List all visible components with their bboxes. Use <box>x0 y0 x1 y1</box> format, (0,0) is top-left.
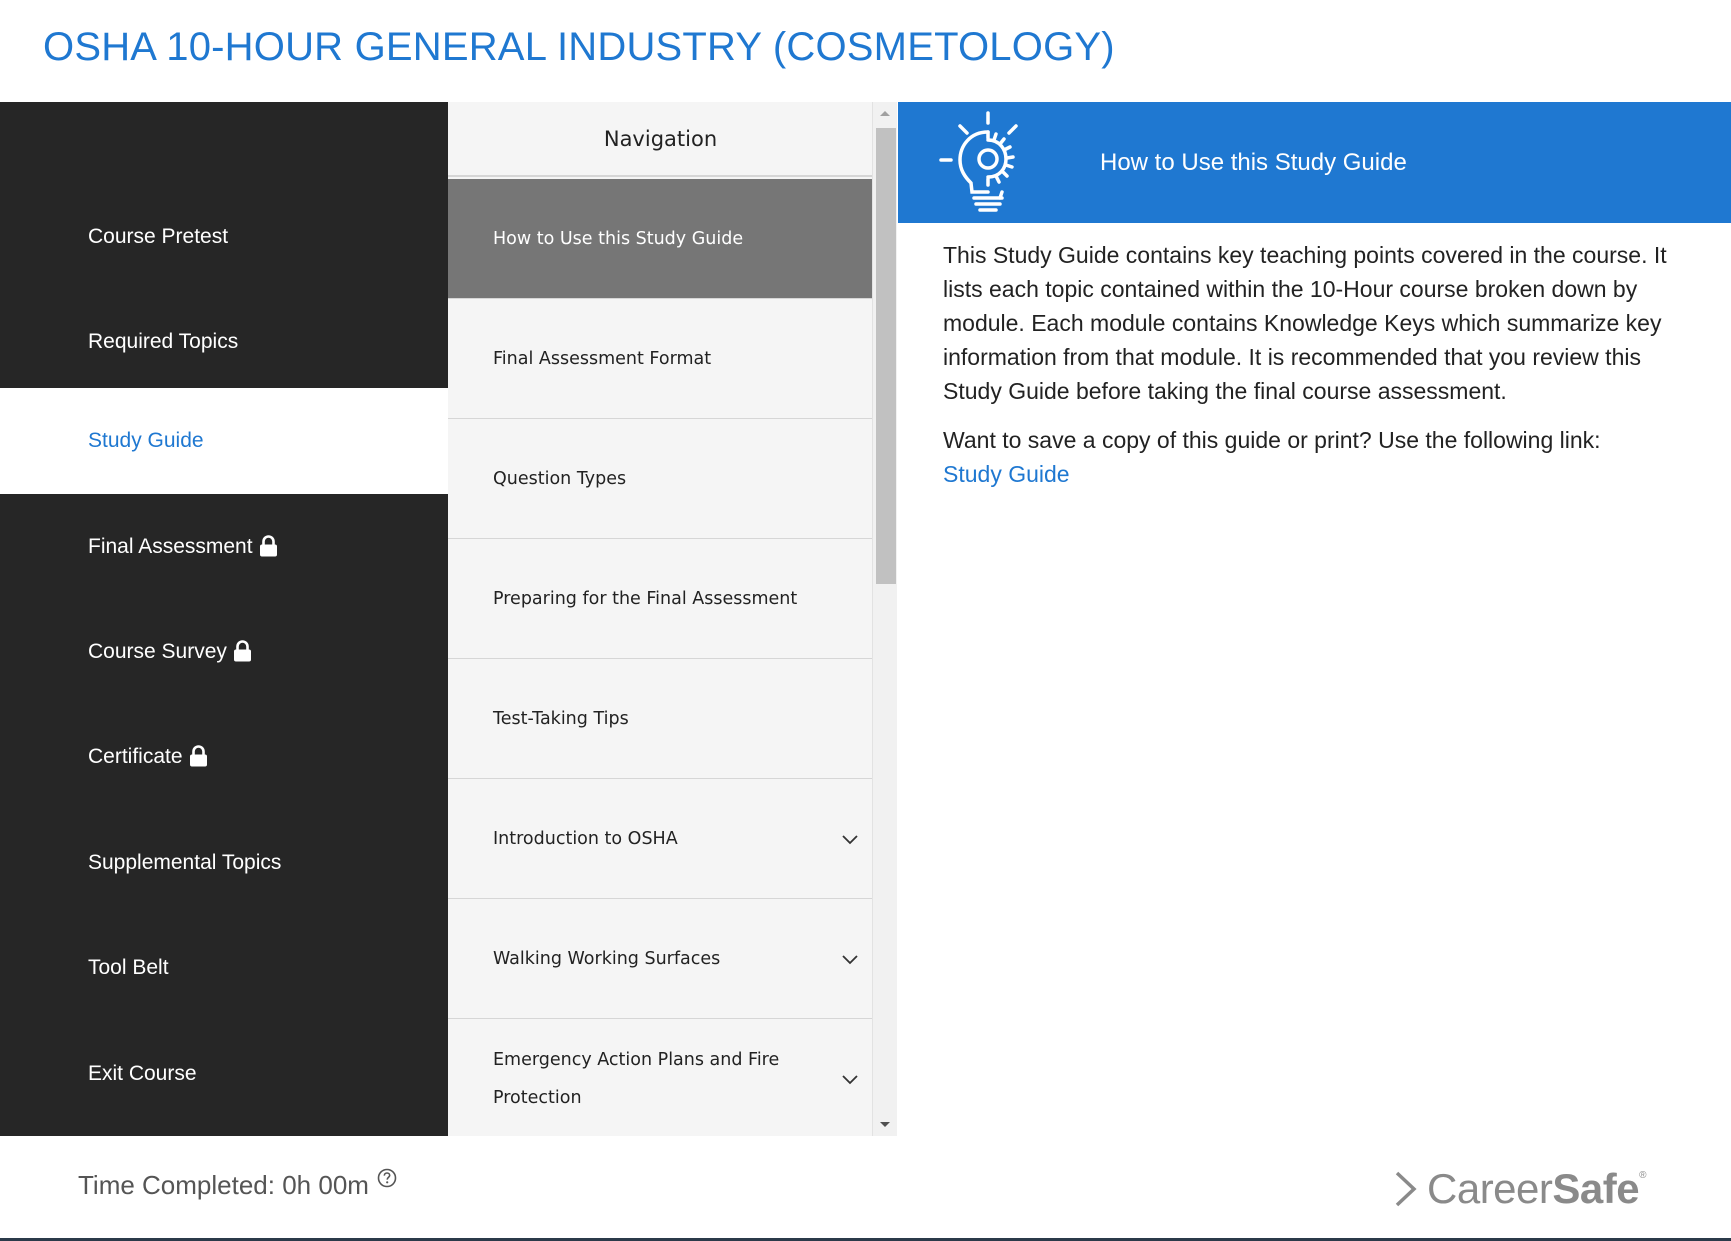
nav-item-label: Introduction to OSHA <box>493 828 678 849</box>
lock-icon <box>259 535 277 557</box>
sidebar-item-label: Certificate <box>88 745 183 768</box>
sidebar-item-label: Course Survey <box>88 640 227 663</box>
sidebar-item-label: Supplemental Topics <box>88 851 282 874</box>
help-icon[interactable] <box>377 1168 397 1188</box>
sidebar-item-label: Required Topics <box>88 330 239 353</box>
brand-safe-text: Safe <box>1552 1165 1640 1212</box>
nav-item-label: Emergency Action Plans and Fire Protecti… <box>493 1049 780 1108</box>
sidebar-item-exit-course[interactable]: Exit Course <box>0 1021 448 1127</box>
navigation-heading: Navigation <box>448 102 872 177</box>
brand-career-text: Career <box>1427 1165 1553 1212</box>
chevron-down-icon[interactable] <box>841 831 859 847</box>
download-prompt-text: Want to save a copy of this guide or pri… <box>943 427 1601 453</box>
sidebar-item-label: Exit Course <box>88 1062 197 1085</box>
content-title: How to Use this Study Guide <box>1100 148 1407 176</box>
nav-item-label: Walking Working Surfaces <box>493 948 721 969</box>
navigation-scrollbar[interactable] <box>873 102 897 1136</box>
sidebar-item-course-survey[interactable]: Course Survey <box>0 599 448 705</box>
nav-item-label: Question Types <box>493 468 627 489</box>
nav-item-emergency-action-plans[interactable]: Emergency Action Plans and Fire Protecti… <box>448 1019 872 1136</box>
sidebar-item-certificate[interactable]: Certificate <box>0 704 448 810</box>
study-guide-download-link[interactable]: Study Guide <box>943 457 1703 491</box>
sidebar-item-required-topics[interactable]: Required Topics <box>0 289 448 395</box>
course-page: OSHA 10-HOUR GENERAL INDUSTRY (COSMETOLO… <box>0 0 1731 1241</box>
content-body: This Study Guide contains key teaching p… <box>943 238 1703 506</box>
brand-registered-mark: ® <box>1639 1169 1646 1181</box>
chevron-down-icon[interactable] <box>841 1071 859 1087</box>
nav-item-label: Test-Taking Tips <box>493 708 629 729</box>
nav-item-introduction-to-osha[interactable]: Introduction to OSHA <box>448 779 872 899</box>
content-paragraph-intro: This Study Guide contains key teaching p… <box>943 242 1667 404</box>
chevron-down-icon[interactable] <box>841 951 859 967</box>
nav-item-final-assessment-format[interactable]: Final Assessment Format <box>448 299 872 419</box>
content-header-banner: How to Use this Study Guide <box>898 102 1731 223</box>
scrollbar-thumb[interactable] <box>876 128 896 584</box>
main-sidebar: Course Pretest Required Topics Study Gui… <box>0 102 448 1136</box>
scroll-down-arrow-icon[interactable] <box>873 1114 897 1136</box>
sidebar-item-supplemental-topics[interactable]: Supplemental Topics <box>0 810 448 916</box>
nav-item-preparing-final-assessment[interactable]: Preparing for the Final Assessment <box>448 539 872 659</box>
content-paragraph-download: Want to save a copy of this guide or pri… <box>943 423 1703 491</box>
sidebar-item-study-guide[interactable]: Study Guide <box>0 388 448 494</box>
sidebar-item-tool-belt[interactable]: Tool Belt <box>0 915 448 1021</box>
nav-item-how-to-use[interactable]: How to Use this Study Guide <box>448 179 872 299</box>
careersafe-logo: Career Safe ® <box>1393 1164 1646 1214</box>
sidebar-item-label: Final Assessment <box>88 535 253 558</box>
page-header: OSHA 10-HOUR GENERAL INDUSTRY (COSMETOLO… <box>0 0 1731 102</box>
lock-icon <box>233 640 251 662</box>
nav-item-question-types[interactable]: Question Types <box>448 419 872 539</box>
study-guide-navigation: Navigation How to Use this Study Guide F… <box>448 102 873 1136</box>
nav-item-test-taking-tips[interactable]: Test-Taking Tips <box>448 659 872 779</box>
sidebar-item-label: Study Guide <box>88 429 204 452</box>
nav-item-label: Final Assessment Format <box>493 348 712 369</box>
nav-item-walking-working-surfaces[interactable]: Walking Working Surfaces <box>448 899 872 1019</box>
sidebar-item-course-pretest[interactable]: Course Pretest <box>0 184 448 290</box>
nav-item-label: Preparing for the Final Assessment <box>493 588 798 609</box>
time-completed-text: Time Completed: 0h 00m <box>78 1170 369 1200</box>
sidebar-item-label: Tool Belt <box>88 956 169 979</box>
time-completed: Time Completed: 0h 00m <box>78 1168 397 1201</box>
course-title: OSHA 10-HOUR GENERAL INDUSTRY (COSMETOLO… <box>43 25 1115 69</box>
sidebar-item-label: Course Pretest <box>88 225 229 248</box>
nav-item-label: How to Use this Study Guide <box>493 228 744 249</box>
lock-icon <box>189 745 207 767</box>
chevron-right-icon <box>1395 1171 1417 1207</box>
scroll-up-arrow-icon[interactable] <box>873 102 897 124</box>
lightbulb-gear-icon <box>939 111 1018 212</box>
sidebar-item-final-assessment[interactable]: Final Assessment <box>0 494 448 600</box>
